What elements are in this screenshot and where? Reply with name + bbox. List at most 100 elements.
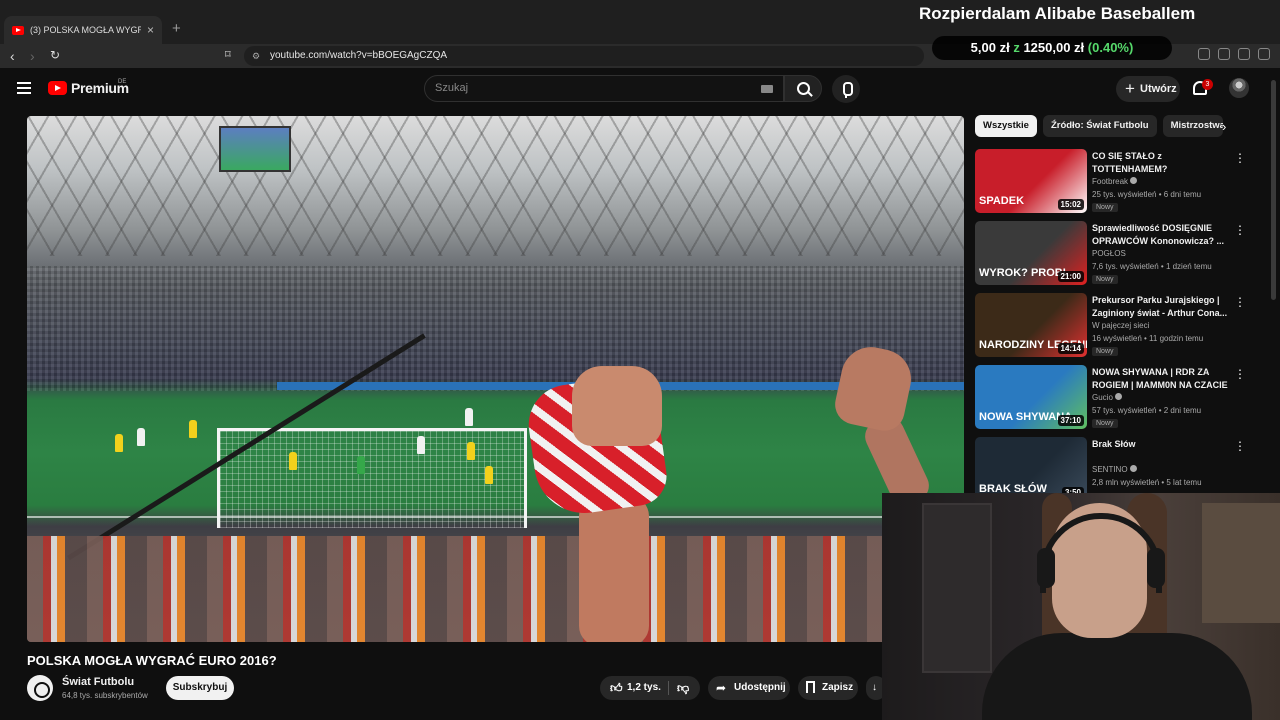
more-actions-icon[interactable]: ⋮ [1234,223,1246,237]
forward-icon[interactable]: › [30,48,35,64]
more-actions-icon[interactable]: ⋮ [1234,295,1246,309]
create-button[interactable]: + Utwórz [1116,76,1180,102]
verified-check-icon [1114,393,1122,400]
search-input[interactable]: Szukaj [424,75,784,102]
browser-tab[interactable]: (3) POLSKA MOGŁA WYGRAĆ EU × [4,16,162,44]
video-duration: 21:00 [1057,271,1084,282]
voice-search-mic-icon[interactable] [832,75,860,103]
recommended-video-meta: 25 tys. wyświetleń • 6 dni temu [1092,190,1202,199]
chip-source-channel[interactable]: Źródło: Świat Futbolu [1042,115,1157,137]
plus-icon: + [1125,79,1135,98]
video-thumbnail[interactable]: BRAK SŁÓW3:50 [975,437,1087,501]
recommended-video-title[interactable]: Brak Słów [1092,438,1232,451]
video-thumbnail[interactable]: NARODZINY LEGEND 14:14 [975,293,1087,357]
recommended-channel-name[interactable]: SENTINO [1092,465,1137,474]
player [465,408,473,426]
verified-check-icon [1130,177,1138,184]
recommended-channel-name[interactable]: W pajęczej sieci [1092,321,1149,330]
channel-label: Footbreak [1092,177,1129,186]
notifications-count-badge: 3 [1202,79,1213,90]
fan-fist [572,366,662,446]
extension-icon[interactable] [1258,48,1270,60]
hamburger-menu-icon[interactable] [17,82,31,94]
extension-icon[interactable] [1238,48,1250,60]
keyboard-icon[interactable] [761,85,773,93]
save-button[interactable]: Zapisz [798,676,858,700]
extension-icon[interactable] [1218,48,1230,60]
dislike-thumb-icon[interactable]: 👎︎ [677,676,689,700]
video-duration: 14:14 [1057,343,1084,354]
video-thumbnail[interactable]: SPADEK 15:02 [975,149,1087,213]
recommended-video[interactable]: BRAK SŁÓW3:50 Brak Słów SENTINO 2,8 mln wyś… [975,437,1265,501]
new-badge: Nowy [1092,275,1118,284]
fan-arm [579,496,649,642]
reload-icon[interactable]: ↻ [50,48,60,62]
back-icon[interactable]: ‹ [10,48,15,64]
like-thumb-icon[interactable]: 👍︎ [610,676,623,700]
subscribe-button[interactable]: Subskrybuj [166,676,234,700]
share-arrow-icon: ➦ [716,681,727,695]
chips-next-arrow-icon[interactable]: › [1222,119,1226,134]
more-actions-icon[interactable]: ⋮ [1234,439,1246,453]
thumbnail-text: WYROK? PROBL [979,267,1070,279]
stadium-screen [219,126,291,172]
video-player[interactable] [27,116,964,642]
chip-championships[interactable]: Mistrzostwa [1162,115,1223,137]
extension-icon[interactable] [1198,48,1210,60]
account-avatar[interactable] [1229,78,1249,98]
recommended-video-meta: 2,8 mln wyświetleń • 5 lat temu [1092,478,1202,487]
recommended-video[interactable]: NOWA SHYWANA 37:10 NOWA SHYWANA | RDR ZA R… [975,365,1265,429]
save-bookmark-icon [806,681,815,693]
chip-all[interactable]: Wszystkie [975,115,1037,137]
youtube-premium-logo[interactable]: Premium [48,80,129,96]
video-duration: 15:02 [1057,199,1084,210]
donation-current: 5,00 zł [970,40,1010,55]
thumbnail-text: SPADEK [979,195,1025,207]
recommended-video[interactable]: SPADEK 15:02 CO SIĘ STAŁO z TOTTENHAMEM? Fo… [975,149,1265,213]
player [137,428,145,446]
donation-goal-overlay: 5,00 zł z 1250,00 zł (0.40%) [932,36,1172,60]
search-button[interactable] [784,75,822,102]
front-row-fans [27,536,964,642]
recommended-channel-name[interactable]: Gucio [1092,393,1122,402]
page-scrollbar[interactable] [1271,80,1276,300]
recommended-channel-name[interactable]: POGŁOS [1092,249,1126,258]
recommended-video-title[interactable]: CO SIĘ STAŁO z TOTTENHAMEM? [1092,150,1232,176]
channel-label: SENTINO [1092,465,1128,474]
more-actions-icon[interactable]: ⋮ [1234,367,1246,381]
goalkeeper [357,456,365,474]
channel-label: Gucio [1092,393,1113,402]
headset-cup [1147,548,1165,588]
new-badge: Nowy [1092,347,1118,356]
recommended-video-title[interactable]: Prekursor Parku Jurajskiego | Zaginiony … [1092,294,1232,320]
youtube-header: Premium DE Szukaj + Utwórz 3 [0,68,1280,110]
like-count[interactable]: 1,2 tys. [627,676,661,700]
youtube-favicon-icon [12,25,24,35]
new-tab-icon[interactable]: + [172,20,181,37]
recommended-video[interactable]: WYROK? PROBL 21:00 Sprawiedliwość DOSIĘGNI… [975,221,1265,285]
player [289,452,297,470]
stream-title-overlay: Rozpierdalam Alibabe Baseballem [919,4,1196,23]
subscriber-count: 64,8 tys. subskrybentów [62,691,148,700]
new-badge: Nowy [1092,203,1118,212]
bookmark-icon[interactable]: ⌑ [225,48,231,61]
video-thumbnail[interactable]: WYROK? PROBL 21:00 [975,221,1087,285]
tab-close-icon[interactable]: × [147,23,154,37]
recommended-video-title[interactable]: NOWA SHYWANA | RDR ZA ROGIEM | MAMM0N NA… [1092,366,1232,392]
video-thumbnail[interactable]: NOWA SHYWANA 37:10 [975,365,1087,429]
url-field[interactable]: ⚙ youtube.com/watch?v=bBOEGAgCZQA [244,46,924,66]
recommended-video-meta: 57 tys. wyświetleń • 2 dni temu [1092,406,1202,415]
site-info-icon[interactable]: ⚙ [252,46,260,66]
tab-title: (3) POLSKA MOGŁA WYGRAĆ EU [30,25,141,35]
donation-goal: 1250,00 zł [1023,40,1085,55]
recommended-channel-name[interactable]: Footbreak [1092,177,1138,186]
share-button[interactable]: ➦ Udostępnij [708,676,790,700]
channel-avatar[interactable] [27,675,53,701]
youtube-logo-icon [48,81,67,95]
more-actions-icon[interactable]: ⋮ [1234,151,1246,165]
recommended-video-title[interactable]: Sprawiedliwość DOSIĘGNIE OPRAWCÓW Konono… [1092,222,1232,248]
recommended-video[interactable]: NARODZINY LEGEND 14:14 Prekursor Parku Jur… [975,293,1265,357]
channel-name[interactable]: Świat Futbolu [62,676,134,688]
player [417,436,425,454]
stadium-roof [27,116,964,256]
